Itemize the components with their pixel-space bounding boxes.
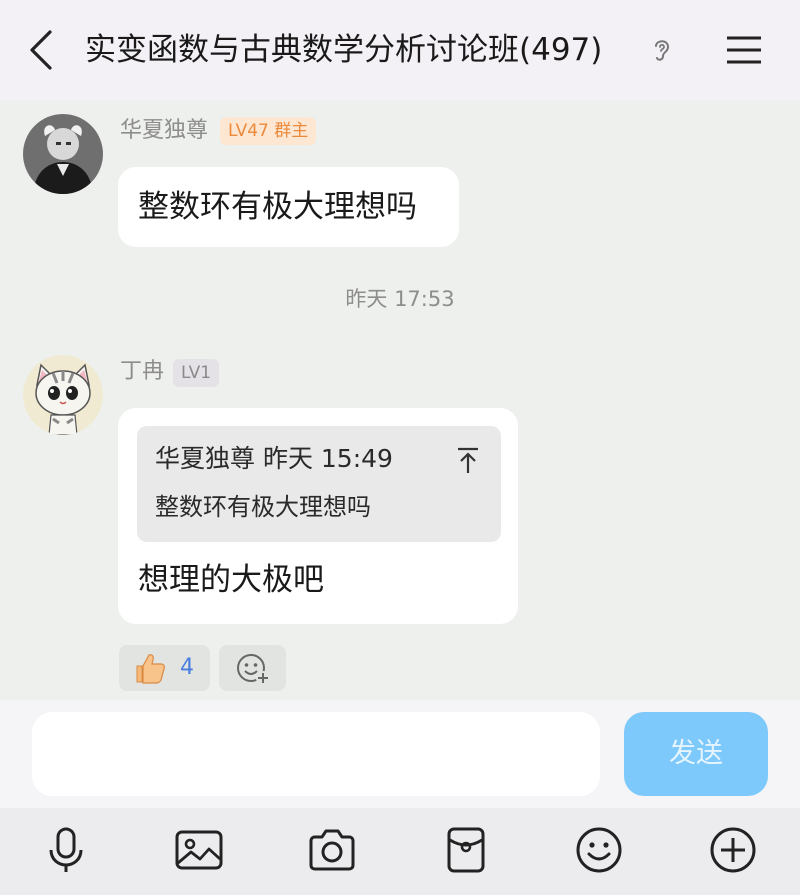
quoted-message[interactable]: 华夏独尊 昨天 15:49 整数环有极大理想吗 (137, 426, 501, 542)
jump-to-quote-icon[interactable] (455, 446, 481, 476)
timestamp: 昨天 17:53 (0, 284, 800, 314)
sender-name: 华夏独尊 (120, 118, 209, 143)
avatar[interactable] (23, 355, 103, 435)
chat-title: 实变函数与古典数学分析讨论班(497) (85, 32, 603, 68)
quote-text: 整数环有极大理想吗 (155, 493, 371, 521)
emoji-icon (576, 827, 622, 873)
avatar[interactable] (23, 114, 103, 194)
timestamp-text: 昨天 17:53 (345, 287, 455, 311)
level-owner-badge: LV47 群主 (220, 117, 317, 145)
message-bubble[interactable]: 整数环有极大理想吗 (118, 167, 459, 247)
reaction-count: 4 (180, 655, 194, 680)
voice-button[interactable] (38, 822, 94, 878)
message-bubble[interactable]: 华夏独尊 昨天 15:49 整数环有极大理想吗 想理的大极吧 (118, 408, 518, 624)
add-emoji-icon (237, 654, 270, 685)
ear-icon[interactable] (650, 36, 674, 64)
composer: 发送 (0, 700, 800, 808)
message-input[interactable] (32, 712, 600, 796)
chat-header: 实变函数与古典数学分析讨论班(497) (0, 0, 800, 100)
more-button[interactable] (705, 822, 761, 878)
image-icon (175, 830, 223, 870)
bottom-toolbar (0, 808, 800, 895)
chevron-left-icon (30, 30, 52, 70)
add-reaction-button[interactable] (219, 645, 286, 691)
menu-button[interactable] (722, 30, 766, 70)
emoji-button[interactable] (571, 822, 627, 878)
plus-icon (710, 827, 756, 873)
image-button[interactable] (171, 822, 227, 878)
red-packet-button[interactable] (438, 822, 494, 878)
microphone-icon (49, 827, 83, 872)
back-button[interactable] (22, 28, 62, 72)
camera-button[interactable] (304, 822, 360, 878)
thumbs-up-icon (136, 654, 165, 684)
chat-message-list[interactable]: 华夏独尊 LV47 群主 整数环有极大理想吗 昨天 17:53 丁冉 LV1 华… (0, 100, 800, 700)
thumbs-up-reaction[interactable]: 4 (119, 645, 210, 691)
red-packet-icon (447, 827, 485, 873)
message-text: 想理的大极吧 (138, 562, 324, 598)
send-button[interactable]: 发送 (624, 712, 768, 796)
camera-icon (309, 829, 355, 871)
message-text: 整数环有极大理想吗 (138, 189, 417, 225)
hamburger-menu-icon (727, 36, 761, 64)
quote-meta: 华夏独尊 昨天 15:49 (155, 444, 393, 473)
level-badge: LV1 (173, 359, 220, 387)
sender-name: 丁冉 (120, 359, 165, 384)
